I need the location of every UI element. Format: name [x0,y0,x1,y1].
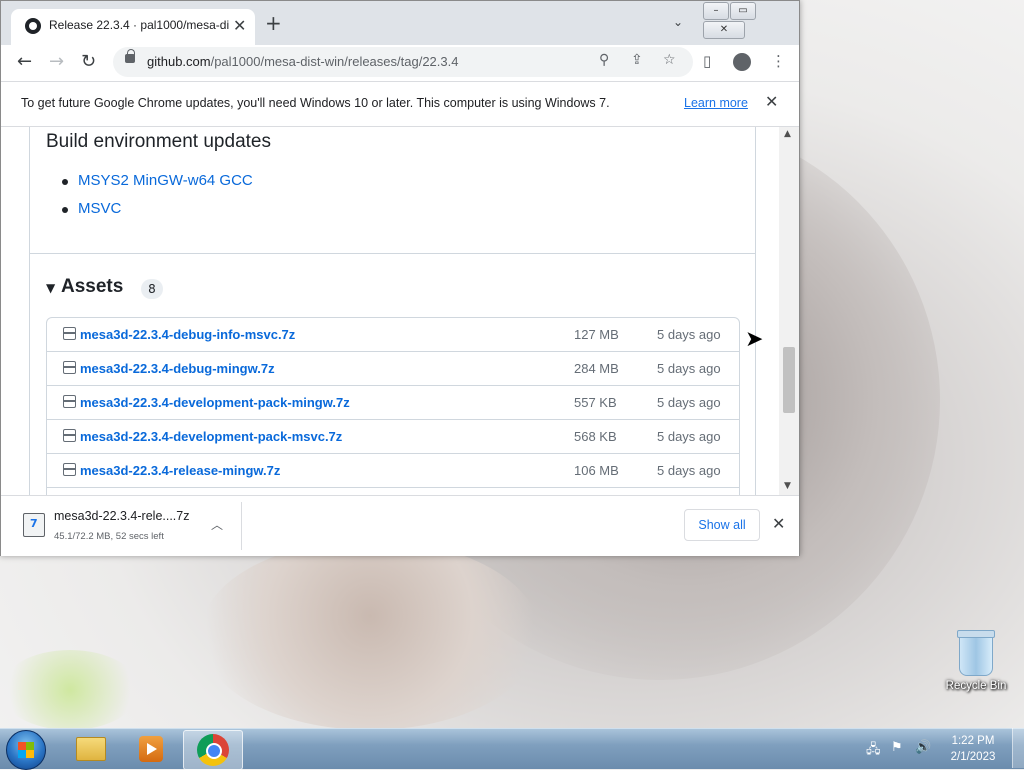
assets-caret-icon[interactable]: ▼ [46,281,55,295]
asset-size: 127 MB [574,327,619,342]
update-infobar: To get future Google Chrome updates, you… [1,81,799,127]
package-icon [63,463,76,476]
recycle-bin-icon [957,630,995,676]
list-bullet [62,207,68,213]
asset-date: 5 days ago [657,327,721,342]
address-bar[interactable]: github.com/pal1000/mesa-dist-win/release… [113,47,693,77]
asset-link[interactable]: mesa3d-22.3.4-release-mingw.7z [80,463,280,478]
asset-link[interactable]: mesa3d-22.3.4-development-pack-msvc.7z [80,429,342,444]
start-button[interactable] [6,730,46,770]
asset-row: mesa3d-22.3.4-debug-info-msvc.7z 127 MB … [47,318,739,352]
reload-icon[interactable]: ↻ [81,51,96,72]
asset-link[interactable]: mesa3d-22.3.4-development-pack-mingw.7z [80,395,350,410]
browser-toolbar: ← → ↻ github.com/pal1000/mesa-dist-win/r… [1,45,799,81]
section-divider [29,253,755,254]
taskbar-clock[interactable]: 1:22 PM 2/1/2023 [940,733,1006,765]
side-panel-icon[interactable]: ▯ [703,52,711,70]
action-center-flag-icon[interactable]: ⚑ [891,740,903,755]
window-controls: – ▭✕ [703,2,799,40]
infobar-message: To get future Google Chrome updates, you… [21,96,610,110]
asset-link[interactable]: mesa3d-22.3.4-debug-info-msvc.7z [80,327,295,342]
asset-date: 5 days ago [657,429,721,444]
build-heading: Build environment updates [46,131,271,152]
asset-date: 5 days ago [657,361,721,376]
folder-icon [76,737,106,761]
taskbar-chrome[interactable] [183,730,243,770]
tab-close-icon[interactable]: ✕ [233,16,246,35]
asset-size: 568 KB [574,429,617,444]
show-all-button[interactable]: Show all [684,509,760,541]
assets-list: mesa3d-22.3.4-debug-info-msvc.7z 127 MB … [46,317,740,495]
mouse-cursor-icon: ➤ [745,327,764,352]
maximize-button[interactable]: ▭ [730,2,756,20]
list-bullet [62,179,68,185]
scroll-down-icon[interactable]: ▼ [784,481,791,491]
asset-row: mesa3d-22.3.4-development-pack-mingw.7z … [47,386,739,420]
bookmark-star-icon[interactable]: ☆ [663,52,676,68]
chevron-up-icon[interactable]: ︿ [211,516,223,533]
download-shelf: mesa3d-22.3.4-rele....7z 45.1/72.2 MB, 5… [1,495,799,556]
package-icon [63,327,76,340]
asset-size: 106 MB [574,463,619,478]
asset-link[interactable]: mesa3d-22.3.4-debug-mingw.7z [80,361,275,376]
wallpaper-blur-green [0,650,140,730]
minimize-button[interactable]: – [703,2,729,20]
close-window-button[interactable]: ✕ [703,21,745,39]
page-content: Build environment updates MSYS2 MinGW-w6… [5,127,779,495]
tab-search-icon[interactable]: ⌄ [673,15,683,29]
recycle-bin-label: Recycle Bin [945,680,1007,692]
asset-size: 557 KB [574,395,617,410]
url-text[interactable]: github.com/pal1000/mesa-dist-win/release… [147,54,458,69]
package-icon [63,361,76,374]
volume-icon[interactable]: 🔊 [915,740,931,755]
clock-date: 2/1/2023 [950,751,996,763]
asset-date: 5 days ago [657,395,721,410]
windows-logo-icon [18,742,34,758]
show-desktop-button[interactable] [1012,728,1024,768]
asset-row [47,488,739,495]
scroll-up-icon[interactable]: ▲ [784,129,791,139]
network-icon[interactable]: 🖧 [866,740,881,762]
github-icon [25,18,41,34]
asset-date: 5 days ago [657,463,721,478]
tab-release[interactable]: Release 22.3.4 · pal1000/mesa-di ✕ [11,9,255,45]
download-status: 45.1/72.2 MB, 52 secs left [54,531,164,542]
tab-title: Release 22.3.4 · pal1000/mesa-di [49,18,229,32]
asset-row: mesa3d-22.3.4-debug-mingw.7z 284 MB 5 da… [47,352,739,386]
asset-size: 284 MB [574,361,619,376]
chrome-icon [197,734,229,766]
download-filename[interactable]: mesa3d-22.3.4-rele....7z [54,509,190,523]
infobar-close-icon[interactable]: ✕ [765,92,778,111]
wallpaper-blur-lower [200,540,540,730]
link-msys2[interactable]: MSYS2 MinGW-w64 GCC [78,172,253,189]
profile-avatar-icon[interactable] [733,53,751,71]
assets-toggle[interactable]: Assets [61,276,123,298]
asset-row: mesa3d-22.3.4-release-mingw.7z 106 MB 5 … [47,454,739,488]
lock-icon[interactable] [125,49,135,63]
back-icon[interactable]: ← [17,51,32,72]
clock-time: 1:22 PM [951,735,995,747]
share-icon[interactable]: ⇪ [631,52,643,68]
package-icon [63,429,76,442]
media-player-icon [139,736,163,762]
tab-strip: Release 22.3.4 · pal1000/mesa-di ✕ + ⌄ –… [1,1,799,45]
package-icon [63,395,76,408]
chrome-window: Release 22.3.4 · pal1000/mesa-di ✕ + ⌄ –… [0,0,800,556]
page-scrollbar[interactable]: ▲ ▼ [779,127,799,495]
menu-kebab-icon[interactable]: ⋮ [771,52,786,70]
shelf-close-icon[interactable]: ✕ [772,514,785,533]
link-msvc[interactable]: MSVC [78,200,121,217]
scrollbar-thumb[interactable] [783,347,795,413]
archive-file-icon [23,513,45,537]
zoom-search-icon[interactable]: ⚲ [599,52,609,68]
taskbar-media-player[interactable] [121,730,179,768]
new-tab-button[interactable]: + [265,13,282,33]
recycle-bin[interactable]: Recycle Bin [944,630,1008,692]
assets-count-badge: 8 [141,279,163,299]
asset-row: mesa3d-22.3.4-development-pack-msvc.7z 5… [47,420,739,454]
forward-icon[interactable]: → [49,51,64,72]
taskbar-explorer[interactable] [60,730,118,768]
shelf-separator [241,502,242,550]
learn-more-link[interactable]: Learn more [684,96,748,110]
